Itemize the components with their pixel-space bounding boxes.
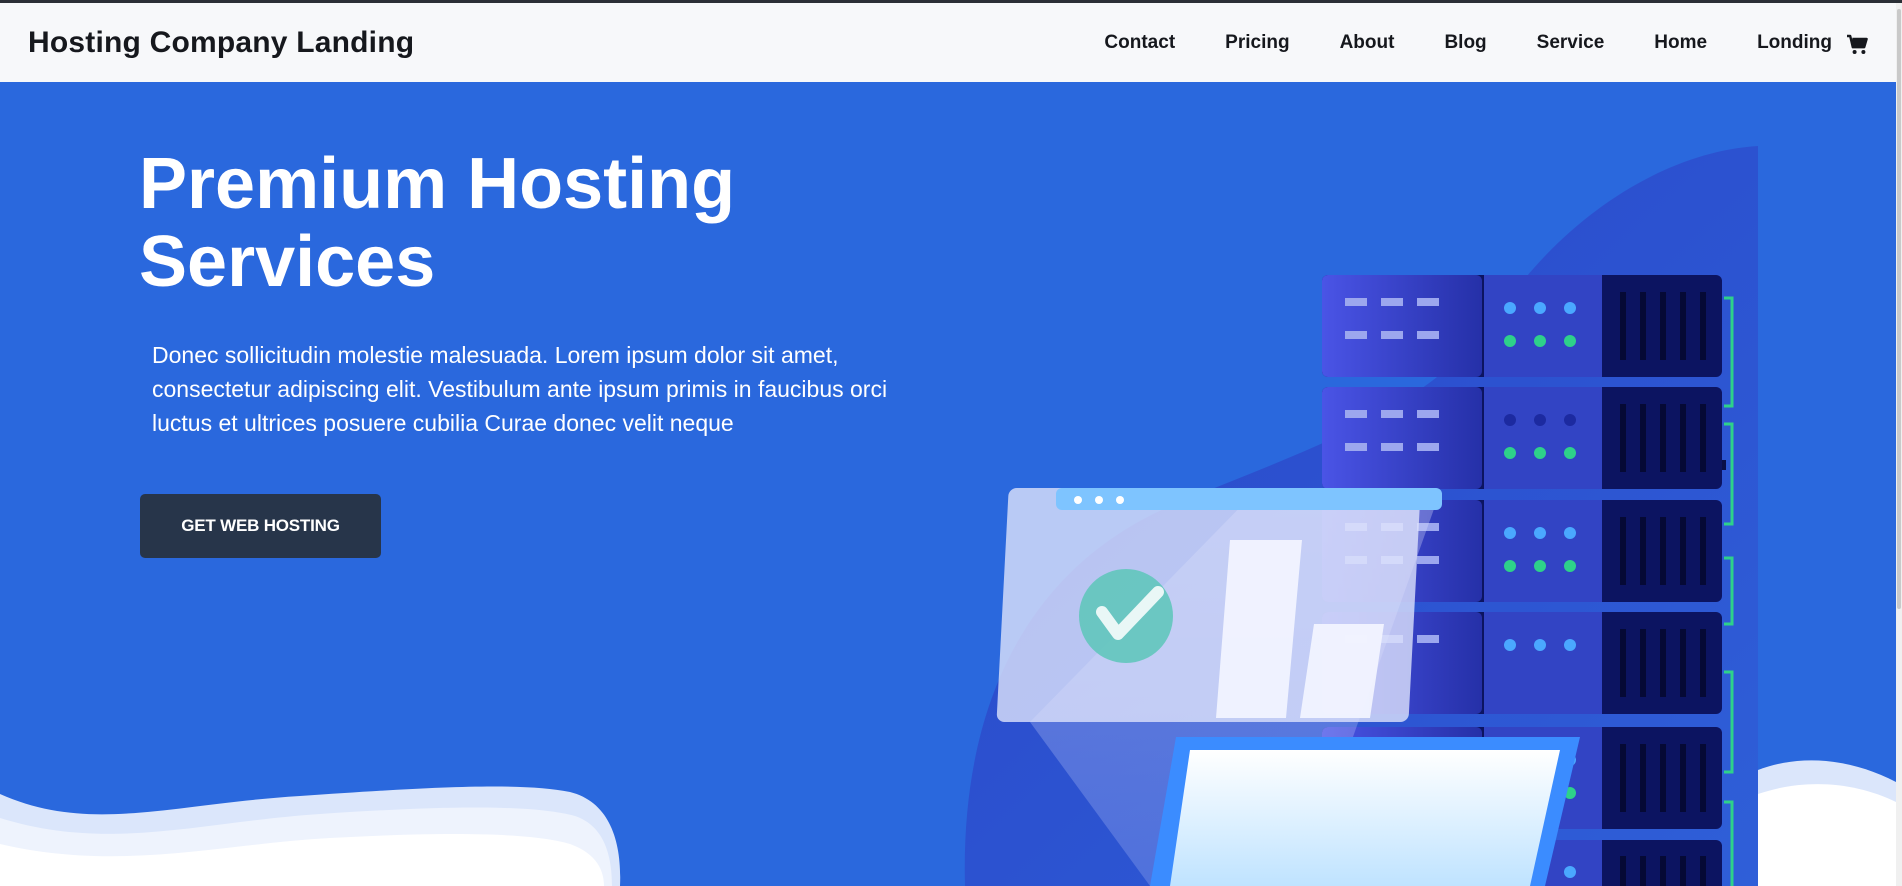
nav-link-service[interactable]: Service [1537,32,1605,54]
get-web-hosting-button[interactable]: GET WEB HOSTING [140,494,381,558]
scrollbar[interactable] [1896,3,1902,886]
navbar: Hosting Company Landing Contact Pricing … [0,3,1902,82]
nav-link-pricing[interactable]: Pricing [1225,32,1289,54]
shopping-cart-icon[interactable] [1846,33,1870,57]
nav-link-home[interactable]: Home [1654,32,1707,54]
brand-logo-text[interactable]: Hosting Company Landing [28,3,414,82]
nav-links: Contact Pricing About Blog Service Home … [1054,3,1832,82]
nav-link-londing[interactable]: Londing [1757,32,1832,54]
hero-title: Premium Hosting Services [139,144,736,302]
hero-description: Donec sollicitudin molestie malesuada. L… [152,342,888,436]
scrollbar-thumb[interactable] [1897,9,1901,609]
nav-link-contact[interactable]: Contact [1104,32,1175,54]
browser-card [996,488,1442,722]
hero-section: Premium Hosting Services Donec sollicitu… [0,82,1896,886]
server-rack [1322,275,1734,886]
laptop-illustration [1150,737,1580,886]
nav-link-blog[interactable]: Blog [1444,32,1486,54]
nav-link-about[interactable]: About [1340,32,1395,54]
